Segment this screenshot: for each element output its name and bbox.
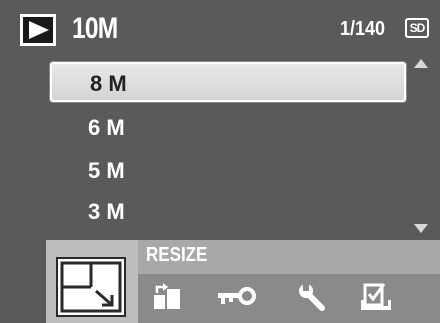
image-counter: 1/140 (340, 18, 386, 40)
menu-option-5m[interactable]: 5 M (50, 151, 406, 191)
print-order-icon[interactable] (360, 282, 394, 319)
rotate-icon[interactable] (152, 282, 182, 317)
status-bar: 10M 1/140 SD (0, 0, 440, 56)
settings-wrench-icon[interactable] (298, 282, 328, 317)
resize-icon[interactable] (56, 257, 126, 317)
sd-card-icon: SD (405, 18, 429, 38)
scroll-down-arrow-icon[interactable] (414, 224, 428, 233)
feature-panel: RESIZE (0, 240, 440, 323)
protect-key-icon[interactable] (218, 282, 258, 317)
menu-option-8m[interactable]: 8 M (50, 62, 406, 102)
feature-label-bar: RESIZE (138, 240, 440, 274)
feature-label: RESIZE (146, 244, 208, 266)
scroll-up-arrow-icon[interactable] (414, 59, 428, 68)
resize-options-list: 8 M 6 M 5 M 3 M (50, 56, 410, 236)
playback-mode-icon (20, 14, 56, 46)
menu-option-6m[interactable]: 6 M (50, 108, 406, 148)
tool-strip (138, 274, 440, 323)
menu-option-3m[interactable]: 3 M (50, 192, 406, 232)
resolution-indicator: 10M (72, 12, 118, 45)
